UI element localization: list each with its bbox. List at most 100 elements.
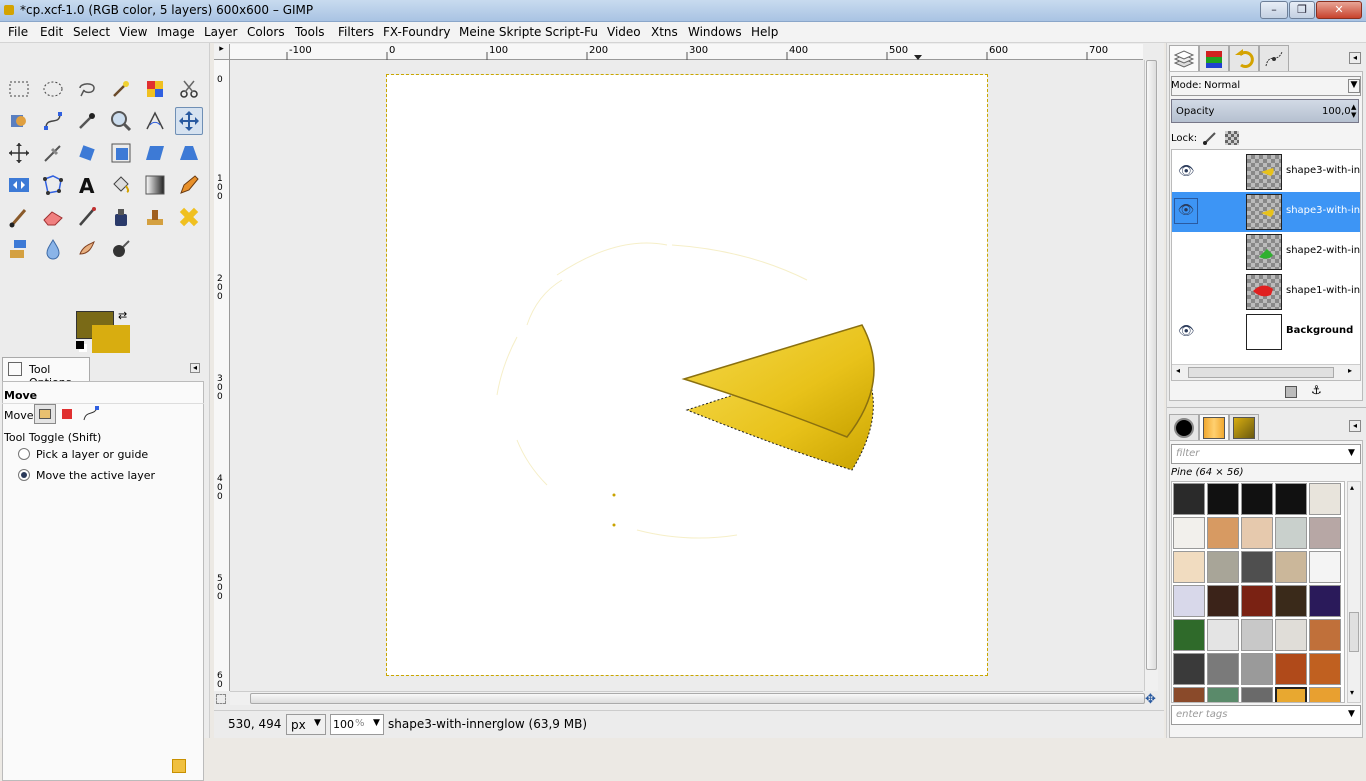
pattern-swatch[interactable] (1309, 585, 1341, 617)
menu-video[interactable]: Video (607, 25, 641, 39)
layer-name[interactable]: shape3-with-inne (1286, 205, 1360, 216)
move-layer-mode-button[interactable] (34, 404, 56, 424)
ellipse-select-icon[interactable] (39, 75, 67, 103)
pattern-swatch[interactable] (1241, 585, 1273, 617)
pattern-swatch[interactable] (1275, 585, 1307, 617)
pattern-swatch[interactable] (1207, 619, 1239, 651)
blend-icon[interactable] (141, 171, 169, 199)
pattern-swatch[interactable] (1275, 653, 1307, 685)
airbrush-icon[interactable] (73, 203, 101, 231)
pattern-swatch[interactable] (1241, 653, 1273, 685)
menu-view[interactable]: View (119, 25, 147, 39)
menu-windows[interactable]: Windows (688, 25, 742, 39)
unit-select[interactable]: px ▼ (286, 714, 326, 735)
tab-channels[interactable] (1199, 45, 1229, 71)
panel-menu-arrow-icon[interactable]: ◂ (1349, 420, 1361, 432)
pattern-swatch[interactable] (1207, 585, 1239, 617)
duplicate-layer-icon[interactable] (1285, 386, 1297, 398)
move-path-mode-button[interactable] (82, 405, 100, 423)
menu-edit[interactable]: Edit (40, 25, 63, 39)
tab-patterns[interactable] (1199, 414, 1229, 440)
visibility-eye-icon[interactable]: 👁 (1178, 164, 1195, 179)
pattern-filter-input[interactable]: filter ▼ (1171, 444, 1361, 464)
menu-colors[interactable]: Colors (247, 25, 285, 39)
dodge-burn-icon[interactable] (107, 235, 135, 263)
minimize-button[interactable]: – (1260, 1, 1288, 19)
pattern-swatch[interactable] (1173, 517, 1205, 549)
layer-row[interactable]: shape2-with-inne (1172, 232, 1360, 272)
layer-name[interactable]: shape3-with-inne (1286, 165, 1360, 176)
pattern-swatch[interactable] (1275, 619, 1307, 651)
pick-layer-label[interactable]: Pick a layer or guide (36, 448, 148, 461)
pattern-swatch[interactable] (1207, 551, 1239, 583)
move-selection-mode-button[interactable] (60, 407, 74, 421)
pattern-vscroll[interactable]: ▴ ▾ (1347, 481, 1361, 703)
pattern-swatch[interactable] (1275, 551, 1307, 583)
pattern-swatch[interactable] (1309, 517, 1341, 549)
menu-xtns[interactable]: Xtns (651, 25, 678, 39)
pattern-swatch[interactable] (1241, 687, 1273, 702)
menu-fx-foundry[interactable]: FX-Foundry (383, 25, 451, 39)
vertical-scroll-thumb[interactable] (1146, 60, 1157, 670)
close-button[interactable]: ✕ (1316, 1, 1362, 19)
zoom-image-toggle-icon[interactable] (216, 694, 226, 704)
pattern-swatch[interactable] (1309, 483, 1341, 515)
pattern-vscroll-thumb[interactable] (1349, 612, 1359, 652)
menu-filters[interactable]: Filters (338, 25, 374, 39)
layer-row[interactable]: 👁 shape3-with-inne (1172, 192, 1360, 232)
menu-image[interactable]: Image (157, 25, 195, 39)
lasso-icon[interactable] (73, 75, 101, 103)
pattern-swatch[interactable] (1241, 619, 1273, 651)
pattern-swatch[interactable] (1173, 551, 1205, 583)
perspective-icon[interactable] (175, 139, 203, 167)
horizontal-scroll-thumb[interactable] (250, 693, 1145, 704)
paths-icon[interactable] (39, 107, 67, 135)
perspective-clone-icon[interactable] (5, 235, 33, 263)
pattern-swatch[interactable] (1309, 619, 1341, 651)
flip-icon[interactable] (5, 171, 33, 199)
mode-select[interactable]: Normal ▼ (1171, 76, 1361, 96)
rect-select-icon[interactable] (5, 75, 33, 103)
layer-row[interactable]: 👁 shape3-with-inne (1172, 152, 1360, 192)
layer-row[interactable]: shape1-with-inne (1172, 272, 1360, 312)
layers-hscroll-thumb[interactable] (1188, 367, 1334, 378)
opacity-slider[interactable]: Opacity 100,0 (1171, 99, 1359, 123)
eraser-icon[interactable] (39, 203, 67, 231)
visibility-eye-icon[interactable]: 👁 (1174, 198, 1198, 224)
pattern-swatch[interactable] (1173, 483, 1205, 515)
pattern-swatch[interactable] (1275, 687, 1307, 702)
text-icon[interactable]: A (73, 171, 101, 199)
pattern-swatch[interactable] (1173, 585, 1205, 617)
tab-gradients[interactable] (1229, 414, 1259, 440)
layer-row[interactable]: 👁 Background (1172, 312, 1360, 352)
vertical-scrollbar[interactable] (1144, 60, 1158, 691)
menu-file[interactable]: File (8, 25, 28, 39)
crop-icon[interactable] (39, 139, 67, 167)
heal-icon[interactable] (175, 203, 203, 231)
swap-colors-icon[interactable]: ⇄ (118, 309, 127, 322)
smudge-icon[interactable] (73, 235, 101, 263)
panel-menu-arrow-icon[interactable]: ◂ (190, 363, 200, 373)
select-by-color-icon[interactable] (141, 75, 169, 103)
zoom-select[interactable]: 100 % ▼ (330, 714, 384, 735)
pattern-swatch[interactable] (1275, 483, 1307, 515)
menu-script-fu[interactable]: Script-Fu (545, 25, 598, 39)
opacity-stepper-icon[interactable]: ▲ ▼ (1351, 103, 1356, 119)
pattern-swatch[interactable] (1309, 687, 1341, 702)
clone-icon[interactable] (141, 203, 169, 231)
maximize-button[interactable]: ❐ (1289, 1, 1315, 19)
layers-hscroll[interactable]: ◂ ▸ (1172, 364, 1360, 380)
visibility-eye-icon[interactable]: 👁 (1178, 324, 1195, 339)
scissors-icon[interactable] (175, 75, 203, 103)
tab-paths[interactable] (1259, 45, 1289, 71)
tab-layers[interactable] (1169, 45, 1199, 71)
move-icon[interactable] (175, 107, 203, 135)
cage-transform-icon[interactable] (39, 171, 67, 199)
lock-pixels-icon[interactable] (1203, 131, 1217, 145)
layer-name[interactable]: shape2-with-inne (1286, 245, 1360, 256)
menu-select[interactable]: Select (73, 25, 110, 39)
move-active-layer-radio[interactable] (18, 469, 30, 481)
enter-tags-input[interactable]: enter tags ▼ (1171, 705, 1361, 725)
rotate-icon[interactable] (73, 139, 101, 167)
menu-tools[interactable]: Tools (295, 25, 325, 39)
